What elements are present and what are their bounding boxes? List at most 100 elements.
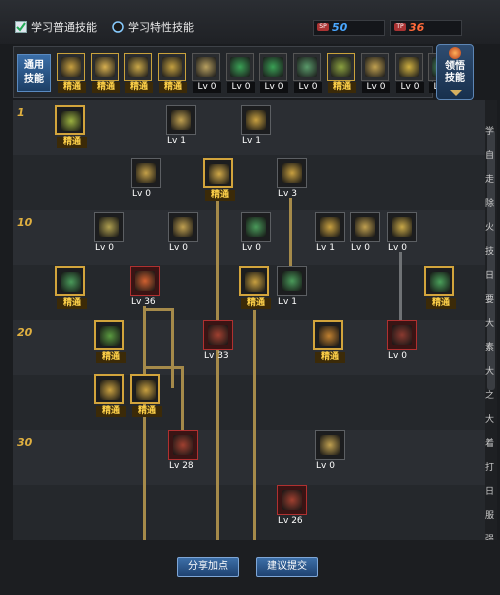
skill-level-label: Lv 0 bbox=[132, 189, 151, 199]
fighter-icon bbox=[297, 57, 317, 77]
description-char: 火 bbox=[485, 223, 495, 233]
skill-slot[interactable]: Lv 3 bbox=[277, 158, 307, 199]
share-build-button[interactable]: 分享加点 bbox=[177, 557, 239, 577]
common-skill-slot[interactable]: Lv 0 bbox=[293, 53, 322, 93]
skill-link-line bbox=[171, 308, 174, 388]
learn-skills-button[interactable]: 领悟技能 bbox=[436, 44, 474, 100]
sp-tag-icon: SP bbox=[317, 23, 329, 31]
common-skill-slot[interactable]: Lv 0 bbox=[361, 53, 390, 93]
star-icon bbox=[430, 272, 450, 292]
bell-icon bbox=[136, 380, 156, 400]
orb-icon bbox=[449, 47, 461, 59]
skill-slot[interactable]: Lv 0 bbox=[241, 212, 271, 253]
skill-slot[interactable]: 精通 bbox=[203, 158, 235, 201]
row-level-label: 30 bbox=[17, 436, 33, 449]
slash-icon bbox=[246, 110, 266, 130]
skill-level-label: 精通 bbox=[241, 298, 271, 309]
shield-icon bbox=[319, 326, 339, 346]
common-skill-slot[interactable]: Lv 0 bbox=[226, 53, 255, 93]
row-level-label: 20 bbox=[17, 326, 33, 339]
rage-icon bbox=[282, 490, 302, 510]
skill-slot[interactable]: 精通 bbox=[130, 374, 162, 417]
skill-level-label: Lv 0 bbox=[169, 243, 188, 253]
skill-slot[interactable]: Lv 1 bbox=[241, 105, 271, 146]
skill-slot[interactable]: Lv 36 bbox=[130, 266, 160, 307]
common-skill-slot[interactable]: Lv 0 bbox=[395, 53, 424, 93]
skill-slot[interactable]: 精通 bbox=[313, 320, 345, 363]
description-char: 大 bbox=[485, 319, 495, 329]
radio-normal-label: 学习普通技能 bbox=[31, 21, 97, 34]
skill-points-a: SP 50 bbox=[313, 20, 385, 36]
kick-icon bbox=[171, 110, 191, 130]
skill-tree: 1 10 20 30 精通 Lv 1 Lv 1 Lv 0 精通 Lv 3 Lv 0 Lv 0 L… bbox=[13, 100, 485, 540]
common-skill-slot[interactable]: 精通 bbox=[57, 53, 86, 93]
skill-level-label: Lv 36 bbox=[131, 297, 156, 307]
skill-slot[interactable]: 精通 bbox=[94, 374, 126, 417]
dash-icon bbox=[100, 326, 120, 346]
skill-slot[interactable]: Lv 1 bbox=[166, 105, 196, 146]
skill-level-label: Lv 0 bbox=[316, 461, 335, 471]
skill-slot[interactable]: Lv 0 bbox=[168, 212, 198, 253]
skill-slot[interactable]: Lv 0 bbox=[387, 212, 417, 253]
radio-normal-skills[interactable]: 学习普通技能 bbox=[15, 18, 97, 36]
burst-icon bbox=[282, 163, 302, 183]
punch-icon bbox=[355, 217, 375, 237]
skill-level-label: 精通 bbox=[426, 298, 456, 309]
description-char: 服 bbox=[485, 511, 495, 521]
description-char: 除 bbox=[485, 199, 495, 209]
skill-slot[interactable]: Lv 0 bbox=[94, 212, 124, 253]
buff-icon bbox=[399, 57, 419, 77]
skill-level-label: Lv 3 bbox=[278, 189, 297, 199]
skill-level-label: Lv 0 bbox=[227, 82, 255, 93]
skill-slot[interactable]: Lv 33 bbox=[203, 320, 233, 361]
common-skill-slot[interactable]: 精通 bbox=[91, 53, 120, 93]
skill-slot[interactable]: Lv 0 bbox=[387, 320, 417, 361]
common-skill-slot[interactable]: Lv 0 bbox=[259, 53, 288, 93]
radio-special-skills[interactable]: 学习特性技能 bbox=[112, 18, 194, 36]
checkbox-checked-icon bbox=[15, 21, 27, 33]
wings-icon bbox=[196, 57, 216, 77]
tree-band bbox=[13, 430, 485, 485]
skill-slot[interactable]: 精通 bbox=[55, 105, 87, 148]
description-char: 要 bbox=[485, 295, 495, 305]
common-skill-slot[interactable]: 精通 bbox=[327, 53, 356, 93]
skill-level-label: 精通 bbox=[125, 82, 153, 93]
grab-icon bbox=[136, 163, 156, 183]
skill-slot[interactable]: 精通 bbox=[94, 320, 126, 363]
skill-points-b-value: 36 bbox=[409, 21, 425, 34]
rise-icon bbox=[282, 271, 302, 291]
throw-icon bbox=[331, 57, 351, 77]
skill-level-label: 精通 bbox=[57, 298, 87, 309]
tree-band bbox=[13, 485, 485, 540]
learn-skills-label: 领悟技能 bbox=[445, 61, 465, 84]
description-char: 日 bbox=[485, 271, 495, 281]
common-skill-slot[interactable]: 精通 bbox=[158, 53, 187, 93]
submit-suggestion-button[interactable]: 建议提交 bbox=[256, 557, 318, 577]
skill-slot[interactable]: 精通 bbox=[239, 266, 271, 309]
book-icon bbox=[61, 111, 81, 131]
sweep-icon bbox=[320, 435, 340, 455]
common-skill-slot[interactable]: Lv 0 bbox=[192, 53, 221, 93]
skill-slot[interactable]: 精通 bbox=[424, 266, 456, 309]
skill-slot[interactable]: Lv 26 bbox=[277, 485, 307, 526]
skill-slot[interactable]: Lv 1 bbox=[315, 212, 345, 253]
skill-slot[interactable]: Lv 0 bbox=[350, 212, 380, 253]
skill-level-label: Lv 0 bbox=[362, 82, 390, 93]
skill-level-label: 精通 bbox=[58, 82, 86, 93]
skill-level-label: 精通 bbox=[132, 406, 162, 417]
description-char: 学 bbox=[485, 127, 495, 137]
common-skill-slot[interactable]: 精通 bbox=[124, 53, 153, 93]
skill-level-label: Lv 26 bbox=[278, 516, 303, 526]
skill-level-label: 精通 bbox=[205, 190, 235, 201]
row-level-label: 10 bbox=[17, 216, 33, 229]
bars-icon bbox=[100, 380, 120, 400]
skill-level-label: Lv 1 bbox=[242, 136, 261, 146]
description-char: 打 bbox=[485, 463, 495, 473]
skill-slot[interactable]: Lv 0 bbox=[315, 430, 345, 471]
skill-slot[interactable]: Lv 28 bbox=[168, 430, 198, 471]
skill-slot[interactable]: Lv 1 bbox=[277, 266, 307, 307]
skill-slot[interactable]: Lv 0 bbox=[131, 158, 161, 199]
skill-level-label: 精通 bbox=[159, 82, 187, 93]
skill-level-label: Lv 0 bbox=[193, 82, 221, 93]
skill-slot[interactable]: 精通 bbox=[55, 266, 87, 309]
